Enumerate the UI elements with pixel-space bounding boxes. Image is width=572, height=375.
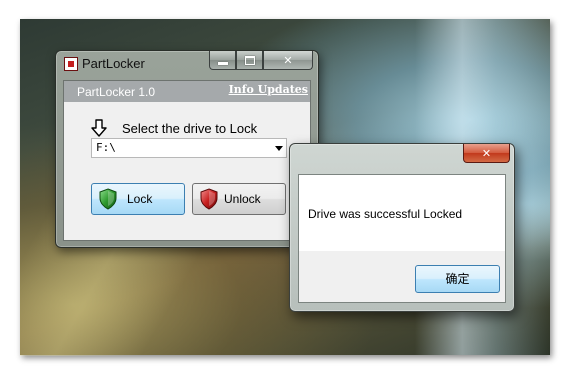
partlocker-window: PartLocker ✕ PartLocker 1.0 Info Updates… — [55, 50, 319, 248]
lock-button[interactable]: Lock — [91, 183, 185, 215]
message-dialog: ✕ Drive was successful Locked 确定 — [289, 143, 515, 312]
ok-button[interactable]: 确定 — [415, 265, 500, 293]
lock-button-label: Lock — [127, 192, 153, 206]
caption-buttons: ✕ — [209, 51, 313, 70]
drive-combobox[interactable]: F:\ — [91, 138, 287, 158]
unlock-button[interactable]: Unlock — [192, 183, 286, 215]
down-arrow-icon — [91, 119, 107, 137]
green-shield-icon — [99, 188, 117, 210]
info-updates-link[interactable]: Info Updates — [229, 83, 308, 96]
header-bar: PartLocker 1.0 Info Updates — [64, 81, 310, 102]
window-title: PartLocker — [82, 56, 145, 71]
dialog-message-text: Drive was successful Locked — [308, 207, 463, 221]
unlock-button-label: Unlock — [224, 192, 261, 206]
dialog-client-area: Drive was successful Locked 确定 — [298, 174, 506, 303]
header-title: PartLocker 1.0 — [77, 85, 156, 99]
minimize-icon — [217, 61, 228, 65]
window-client-area: PartLocker 1.0 Info Updates Select the d… — [63, 80, 311, 241]
app-icon — [64, 57, 78, 71]
close-icon: ✕ — [283, 53, 293, 67]
drive-combobox-value: F:\ — [96, 141, 116, 154]
close-button[interactable]: ✕ — [263, 51, 313, 70]
maximize-button[interactable] — [236, 51, 263, 70]
maximize-icon — [244, 55, 255, 65]
red-shield-icon — [200, 188, 218, 210]
select-drive-label: Select the drive to Lock — [122, 121, 258, 136]
chevron-down-icon[interactable] — [275, 146, 283, 151]
dialog-message-area: Drive was successful Locked — [299, 175, 505, 251]
dialog-close-button[interactable]: ✕ — [463, 144, 510, 163]
minimize-button[interactable] — [209, 51, 236, 70]
close-icon: ✕ — [481, 146, 492, 160]
